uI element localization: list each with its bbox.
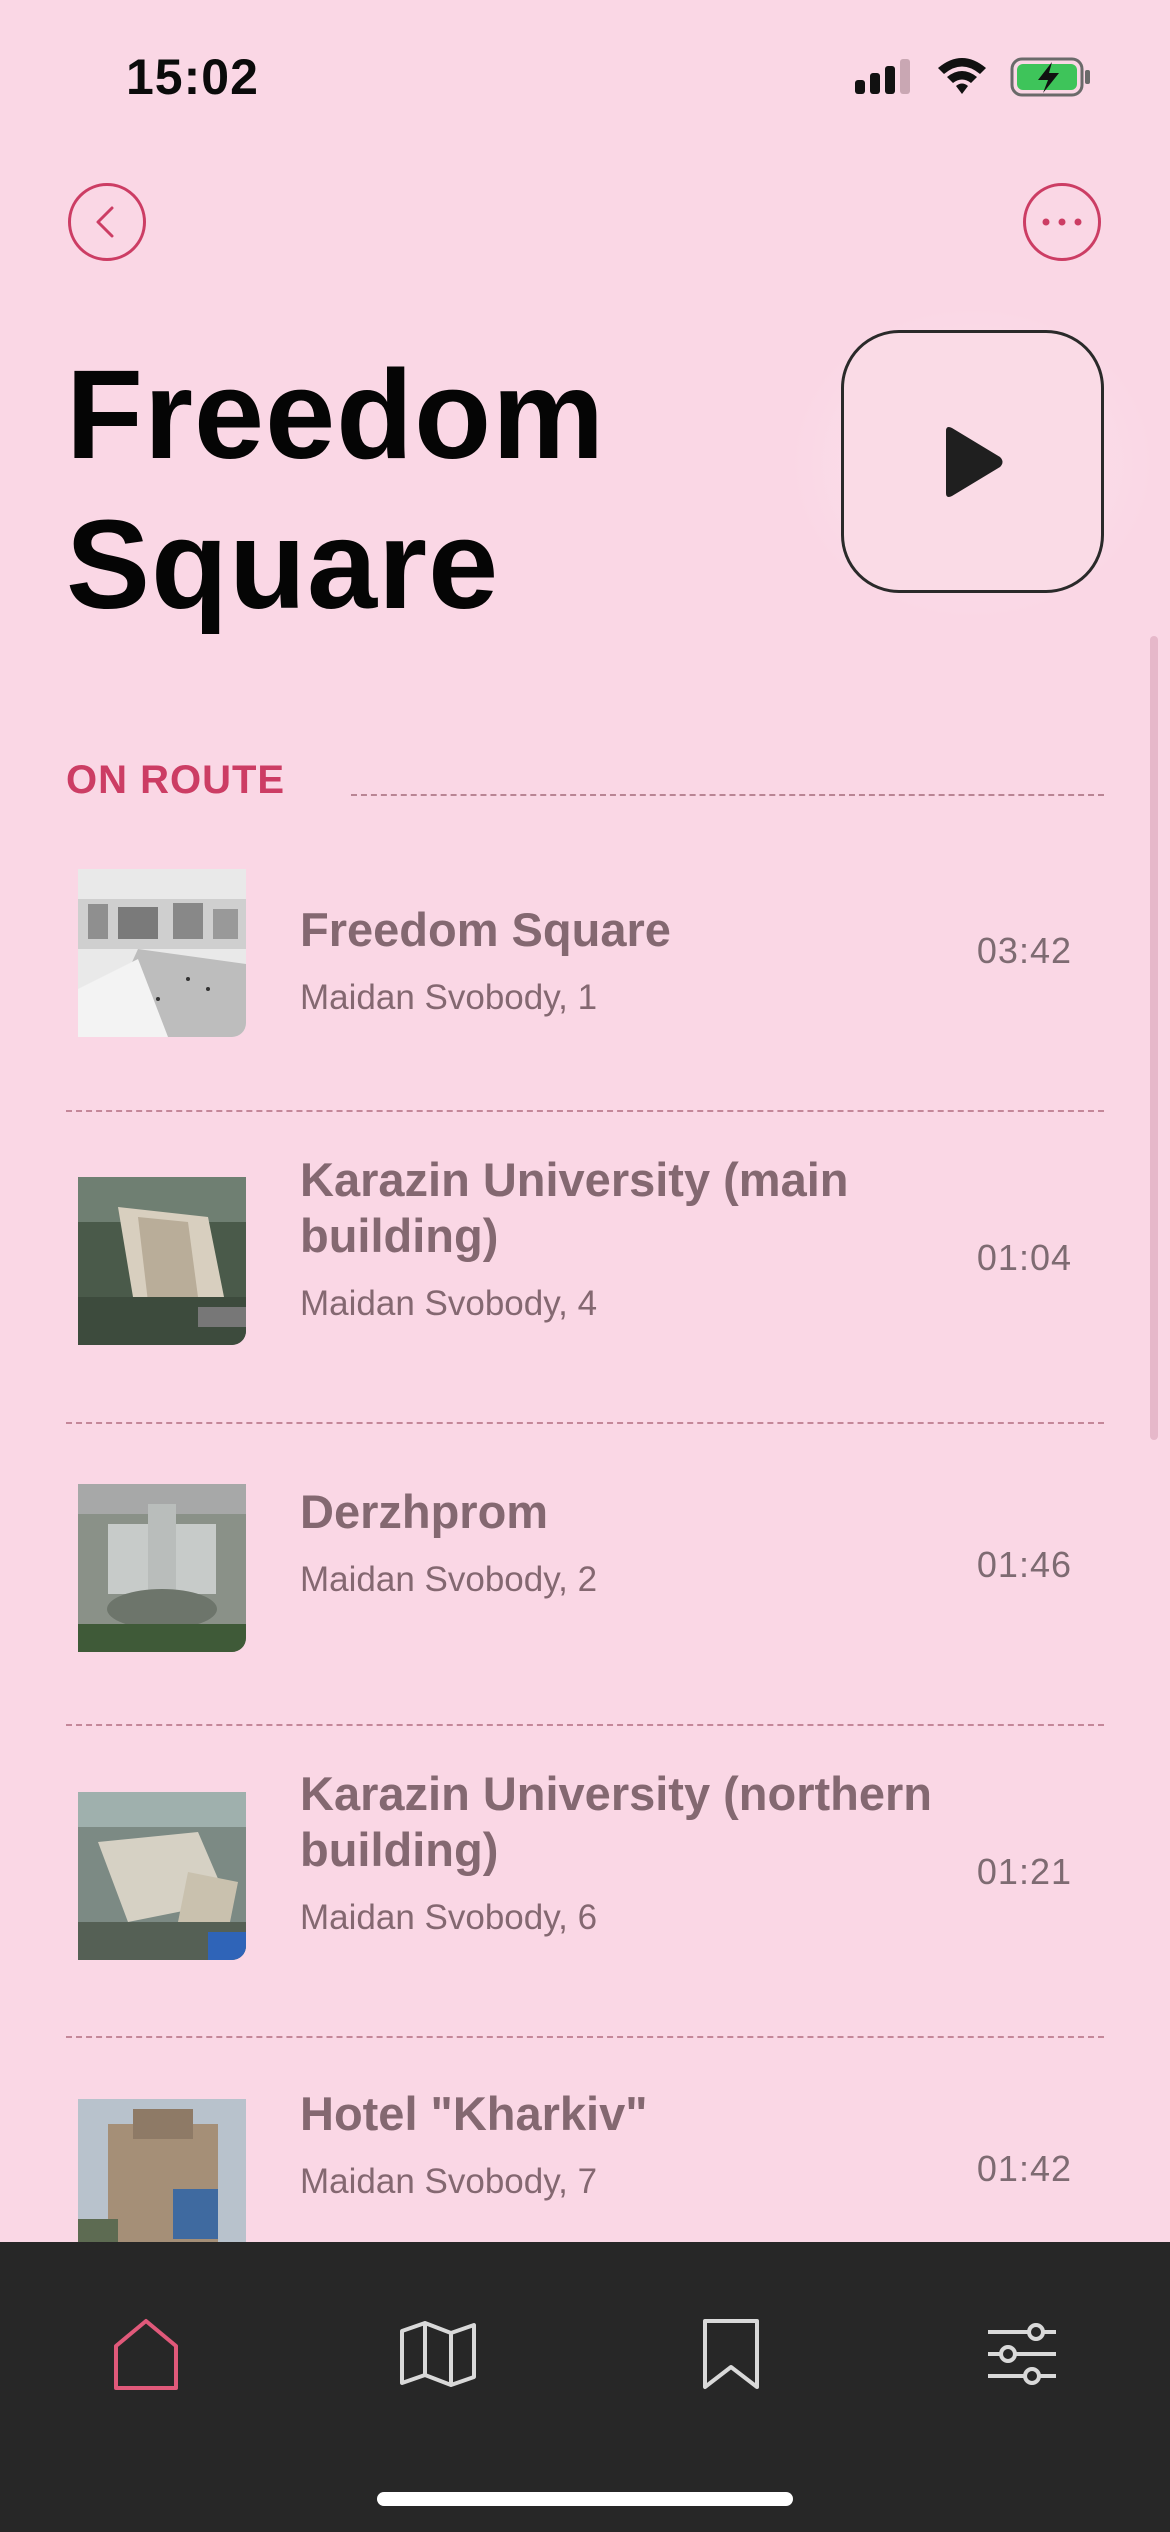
route-item-name: Hotel "Kharkiv" <box>300 2087 648 2140</box>
section-divider <box>351 794 1104 796</box>
more-options-button[interactable] <box>1023 183 1101 261</box>
route-item[interactable]: Karazin University (northern building) M… <box>66 1726 1104 2038</box>
route-item-thumbnail <box>78 1792 246 1960</box>
route-item-address: Maidan Svobody, 2 <box>300 1560 598 1599</box>
route-item-duration: 03:42 <box>976 930 1072 971</box>
route-item-name: Karazin University (northern building) <box>300 1767 933 1876</box>
route-item-name: Karazin University (main building) <box>300 1153 849 1262</box>
home-indicator[interactable] <box>377 2492 793 2506</box>
route-item[interactable]: Karazin University (main building) Maida… <box>66 1112 1104 1424</box>
route-item-thumbnail <box>78 1484 246 1652</box>
page-title-line-2: Square <box>66 494 500 635</box>
route-item-duration: 01:42 <box>976 2148 1072 2189</box>
route-item-thumbnail <box>78 2099 246 2242</box>
tab-bookmarks[interactable] <box>681 2304 781 2404</box>
tab-settings[interactable] <box>972 2304 1072 2404</box>
route-item[interactable]: Derzhprom Maidan Svobody, 2 01:46 <box>66 1424 1104 1726</box>
signal-icon <box>855 59 910 94</box>
page-title: Freedom Square <box>66 340 766 640</box>
route-item-duration: 01:04 <box>976 1237 1072 1278</box>
route-item-info: Karazin University (northern building) M… <box>300 1766 990 1938</box>
ellipsis-icon <box>1042 218 1082 226</box>
route-item-thumbnail <box>78 1177 246 1345</box>
route-item-address: Maidan Svobody, 6 <box>300 1898 598 1937</box>
home-icon <box>114 2319 178 2390</box>
chevron-left-icon <box>96 206 114 238</box>
route-item-thumbnail <box>78 869 246 1037</box>
section-label: ON ROUTE <box>66 758 286 802</box>
route-item-info: Karazin University (main building) Maida… <box>300 1152 990 1324</box>
route-item-address: Maidan Svobody, 4 <box>300 1284 598 1323</box>
route-item-address: Maidan Svobody, 1 <box>300 978 598 1017</box>
route-item-duration: 01:21 <box>976 1851 1072 1892</box>
route-item-info: Freedom Square Maidan Svobody, 1 <box>300 902 990 1018</box>
route-item[interactable]: Freedom Square Maidan Svobody, 1 03:42 <box>66 842 1104 1112</box>
route-item-address: Maidan Svobody, 7 <box>300 2162 598 2201</box>
map-icon <box>400 2321 476 2387</box>
route-list: Freedom Square Maidan Svobody, 1 03:42 K… <box>66 842 1104 2242</box>
settings-sliders-icon <box>988 2323 1056 2385</box>
route-item-info: Derzhprom Maidan Svobody, 2 <box>300 1484 990 1600</box>
play-button[interactable] <box>841 330 1104 593</box>
tab-home[interactable] <box>96 2304 196 2404</box>
back-button[interactable] <box>68 183 146 261</box>
section-header: ON ROUTE <box>66 752 1104 812</box>
route-item-duration: 01:46 <box>976 1544 1072 1585</box>
tab-bar <box>0 2242 1170 2532</box>
route-item-info: Hotel "Kharkiv" Maidan Svobody, 7 <box>300 2086 990 2202</box>
status-bar: 15:02 <box>0 0 1170 150</box>
route-item-name: Freedom Square <box>300 903 671 956</box>
route-item-name: Derzhprom <box>300 1485 549 1538</box>
battery-charging-icon <box>1010 57 1090 97</box>
status-time: 15:02 <box>126 49 259 105</box>
route-item[interactable]: Hotel "Kharkiv" Maidan Svobody, 7 01:42 <box>66 2038 1104 2242</box>
wifi-icon <box>938 58 986 94</box>
play-icon <box>945 426 1002 497</box>
page-title-line-1: Freedom <box>66 344 606 485</box>
scrollbar[interactable] <box>1150 636 1158 1440</box>
tab-map[interactable] <box>388 2304 488 2404</box>
bookmark-icon <box>703 2319 759 2389</box>
